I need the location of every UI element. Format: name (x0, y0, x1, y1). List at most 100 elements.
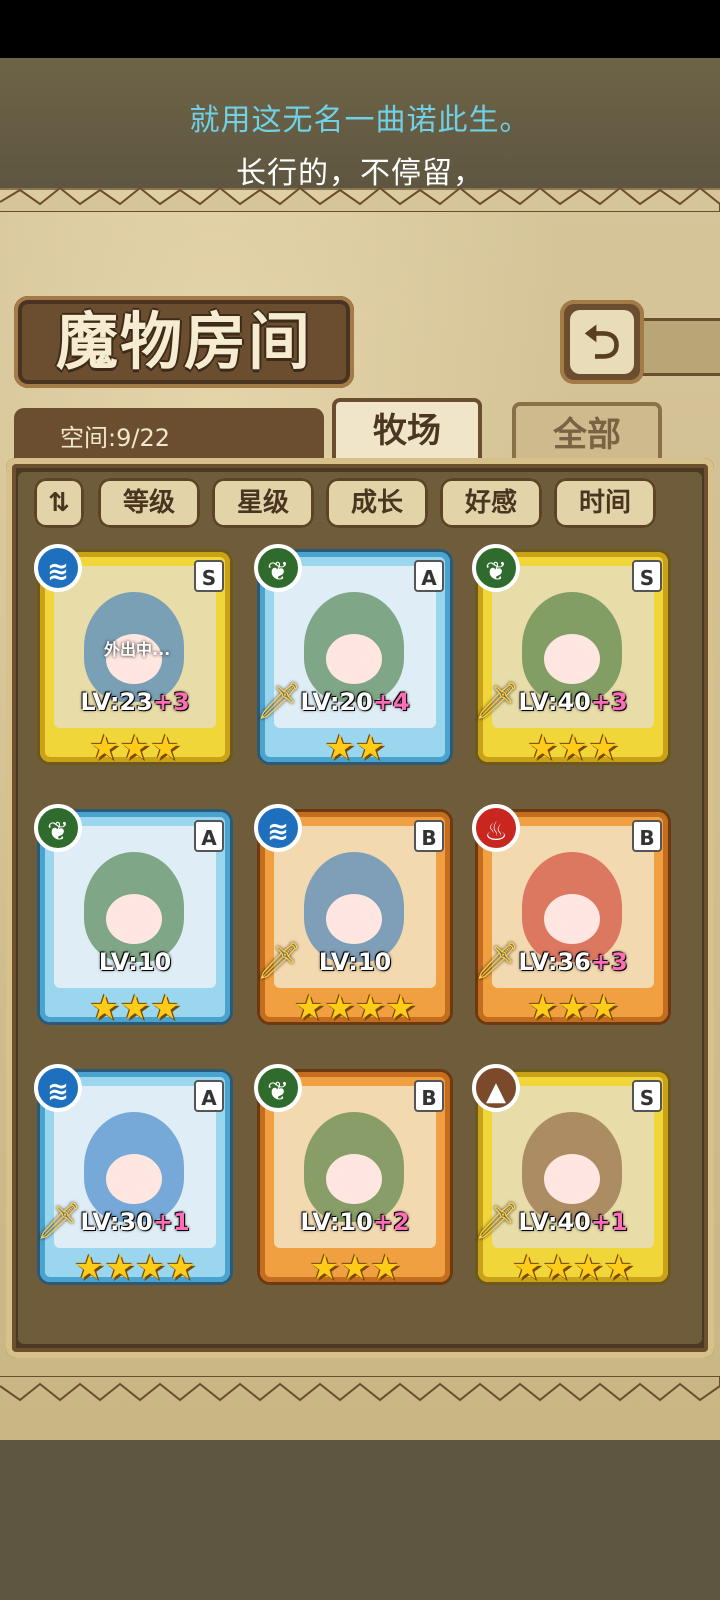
monster-card[interactable]: ❦ A LV:10 ★★★ (34, 804, 230, 1028)
return-arrow-icon: ⮌ (570, 310, 634, 374)
leaf-icon: ❦ (254, 1064, 302, 1112)
level-label: LV:10+2 (280, 1208, 430, 1236)
star-rating: ★★★ (40, 988, 230, 1028)
rank-badge: S (632, 560, 662, 592)
back-button[interactable]: ⮌ (560, 300, 644, 384)
level-label: LV:23+3 (60, 688, 210, 716)
rank-badge: A (194, 1080, 224, 1112)
sort-affection-button[interactable]: 好感 (440, 478, 542, 528)
star-icon: ★ (355, 988, 386, 1028)
monster-card[interactable]: ♨ B 🗡 LV:36+3 ★★★ (472, 804, 668, 1028)
star-icon: ★ (165, 1248, 196, 1288)
sort-time-button[interactable]: 时间 (554, 478, 656, 528)
monster-face (544, 634, 600, 684)
star-rating: ★★★ (478, 728, 668, 768)
star-icon: ★ (370, 1248, 401, 1288)
star-icon: ★ (573, 1248, 604, 1288)
bottom-band (0, 1440, 720, 1600)
monster-card[interactable]: ❦ S 🗡 LV:40+3 ★★★ (472, 544, 668, 768)
level-bonus: +3 (152, 688, 190, 716)
level-label: LV:10 (60, 948, 210, 976)
star-icon: ★ (355, 728, 386, 768)
rank-badge: A (194, 820, 224, 852)
sort-level-button[interactable]: 等级 (98, 478, 200, 528)
level-value: LV:40 (518, 688, 591, 716)
sort-star-button[interactable]: 星级 (212, 478, 314, 528)
level-value: LV:10 (98, 948, 172, 976)
rank-badge: B (632, 820, 662, 852)
level-label: LV:30+1 (60, 1208, 210, 1236)
star-icon: ★ (104, 1248, 135, 1288)
rank-badge: B (414, 1080, 444, 1112)
star-icon: ★ (324, 728, 355, 768)
star-icon: ★ (588, 988, 619, 1028)
leaf-icon: ❦ (254, 544, 302, 592)
rank-badge: B (414, 820, 444, 852)
level-bonus: +1 (152, 1208, 190, 1236)
star-rating: ★★★★ (478, 1248, 668, 1288)
page-title: 魔物房间 (55, 305, 312, 378)
sort-order-button[interactable]: ⇅ (34, 478, 84, 528)
star-icon: ★ (557, 988, 589, 1028)
star-icon: ★ (89, 988, 120, 1028)
star-icon: ★ (294, 988, 325, 1028)
level-label: LV:10 (280, 948, 430, 976)
star-rating: ★★★★ (260, 988, 450, 1028)
monster-card[interactable]: ❦ A 🗡 LV:20+4 ★★ (254, 544, 450, 768)
level-label: LV:40+3 (498, 688, 648, 716)
water-wave-icon: ≋ (254, 804, 302, 852)
level-label: LV:36+3 (498, 948, 648, 976)
monster-face (106, 1154, 162, 1204)
leaf-icon: ❦ (34, 804, 82, 852)
monster-face (544, 894, 600, 944)
level-bonus: +4 (372, 688, 410, 716)
star-icon: ★ (603, 1248, 634, 1288)
star-rating: ★★★ (260, 1248, 450, 1288)
monster-face (106, 894, 162, 944)
monster-card[interactable]: ❦ B LV:10+2 ★★★ (254, 1064, 450, 1288)
sort-filter-bar: ⇅ 等级 星级 成长 好感 时间 (30, 478, 690, 534)
star-icon: ★ (150, 988, 181, 1028)
star-icon: ★ (588, 728, 619, 768)
level-value: LV:20 (300, 688, 373, 716)
sort-toggle-icon: ⇅ (48, 488, 70, 518)
level-label: LV:20+4 (280, 688, 430, 716)
monster-card[interactable]: ≋ A 🗡 LV:30+1 ★★★★ (34, 1064, 230, 1288)
level-value: LV:30 (80, 1208, 153, 1236)
star-icon: ★ (527, 988, 558, 1028)
rank-badge: S (194, 560, 224, 592)
rank-badge: A (414, 560, 444, 592)
space-counter: 空间:9/22 (60, 424, 170, 452)
star-icon: ★ (512, 1248, 543, 1288)
level-value: LV:10 (318, 948, 392, 976)
level-value: LV:36 (518, 948, 591, 976)
away-status: 外出中... (104, 640, 171, 659)
torn-edge-bottom (0, 1376, 720, 1402)
monster-card[interactable]: ≋ B 🗡 LV:10 ★★★★ (254, 804, 450, 1028)
star-icon: ★ (527, 728, 558, 768)
monster-card[interactable]: ≋ S 外出中... LV:23+3 ★★★ (34, 544, 230, 768)
torn-edge-top (0, 186, 720, 212)
star-icon: ★ (74, 1248, 105, 1288)
sort-growth-button[interactable]: 成长 (326, 478, 428, 528)
rank-badge: S (632, 1080, 662, 1112)
page-title-plate: 魔物房间 (14, 296, 354, 388)
water-wave-icon: ≋ (34, 1064, 82, 1112)
mountain-icon: ▲ (472, 1064, 520, 1112)
star-icon: ★ (119, 728, 151, 768)
monster-face (326, 634, 382, 684)
level-value: LV:10 (300, 1208, 373, 1236)
level-label: LV:40+1 (498, 1208, 648, 1236)
level-value: LV:23 (80, 688, 153, 716)
level-bonus: +1 (590, 1208, 628, 1236)
level-value: LV:40 (518, 1208, 591, 1236)
monster-card[interactable]: ▲ S 🗡 LV:40+1 ★★★★ (472, 1064, 668, 1288)
level-bonus: +3 (590, 688, 628, 716)
star-icon: ★ (324, 988, 355, 1028)
star-icon: ★ (557, 728, 589, 768)
monster-face (544, 1154, 600, 1204)
status-bar (0, 0, 720, 58)
subtitle-line-1: 就用这无名一曲诺此生。 (189, 103, 531, 138)
star-rating: ★★ (260, 728, 450, 768)
star-icon: ★ (119, 988, 151, 1028)
